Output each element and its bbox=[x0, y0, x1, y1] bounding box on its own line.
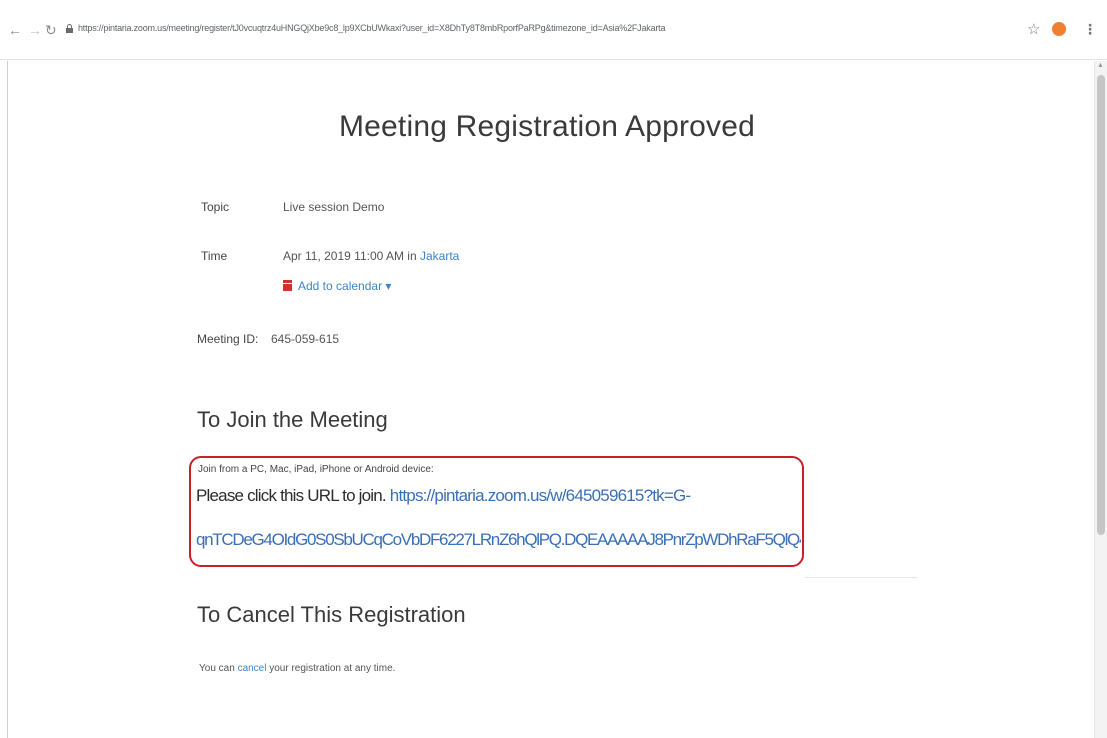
time-value: Apr 11, 2019 11:00 AM in Jakarta bbox=[283, 249, 459, 263]
time-text: Apr 11, 2019 11:00 AM in bbox=[283, 249, 417, 263]
scroll-up-icon[interactable]: ▲ bbox=[1097, 62, 1104, 69]
page-title: Meeting Registration Approved bbox=[338, 110, 756, 143]
reload-button[interactable]: ↻ bbox=[45, 22, 57, 38]
join-heading: To Join the Meeting bbox=[197, 407, 388, 432]
back-button[interactable]: ← bbox=[8, 22, 22, 38]
address-bar[interactable]: https://pintaria.zoom.us/meeting/registe… bbox=[78, 23, 918, 37]
join-devices-text: Join from a PC, Mac, iPad, iPhone or And… bbox=[198, 464, 434, 475]
scrollbar-thumb[interactable] bbox=[1097, 75, 1105, 535]
time-label: Time bbox=[201, 249, 228, 263]
lock-icon bbox=[66, 24, 73, 33]
cancel-heading: To Cancel This Registration bbox=[197, 602, 466, 627]
join-url-link-continued[interactable]: qnTCDeG4OIdG0S0SbUCqCoVbDF6227LRnZ6hQlPQ… bbox=[196, 530, 801, 550]
calendar-icon bbox=[283, 280, 292, 291]
join-url-line-1: Please click this URL to join. https://p… bbox=[196, 486, 801, 506]
join-url-highlight: Join from a PC, Mac, iPad, iPhone or And… bbox=[189, 456, 804, 567]
add-to-calendar-button[interactable]: Add to calendar ▾ bbox=[283, 279, 391, 293]
cancel-prefix: You can bbox=[199, 663, 235, 674]
join-prompt: Please click this URL to join. bbox=[196, 486, 387, 505]
scrollbar[interactable]: ▲ bbox=[1094, 61, 1107, 738]
browser-toolbar: ← → ↻ https://pintaria.zoom.us/meeting/r… bbox=[0, 0, 1107, 60]
forward-button[interactable]: → bbox=[28, 22, 42, 38]
window-edge bbox=[7, 61, 8, 738]
meeting-id-label: Meeting ID: bbox=[197, 332, 259, 346]
divider bbox=[805, 577, 918, 578]
cancel-link[interactable]: cancel bbox=[238, 663, 267, 674]
star-icon[interactable]: ☆ bbox=[1027, 20, 1040, 38]
cancel-suffix: your registration at any time. bbox=[269, 663, 396, 674]
cancel-text: You can cancel your registration at any … bbox=[199, 663, 395, 674]
topic-value: Live session Demo bbox=[283, 200, 385, 214]
add-to-calendar-label: Add to calendar bbox=[298, 279, 383, 293]
join-url-link[interactable]: https://pintaria.zoom.us/w/645059615?tk=… bbox=[390, 486, 691, 505]
chevron-down-icon: ▾ bbox=[385, 279, 392, 293]
extension-icon[interactable] bbox=[1052, 22, 1066, 36]
kebab-menu-icon[interactable]: ⋮ bbox=[1083, 21, 1097, 38]
topic-label: Topic bbox=[201, 200, 230, 214]
meeting-id-value: 645-059-615 bbox=[271, 332, 340, 346]
timezone-link[interactable]: Jakarta bbox=[420, 249, 459, 263]
